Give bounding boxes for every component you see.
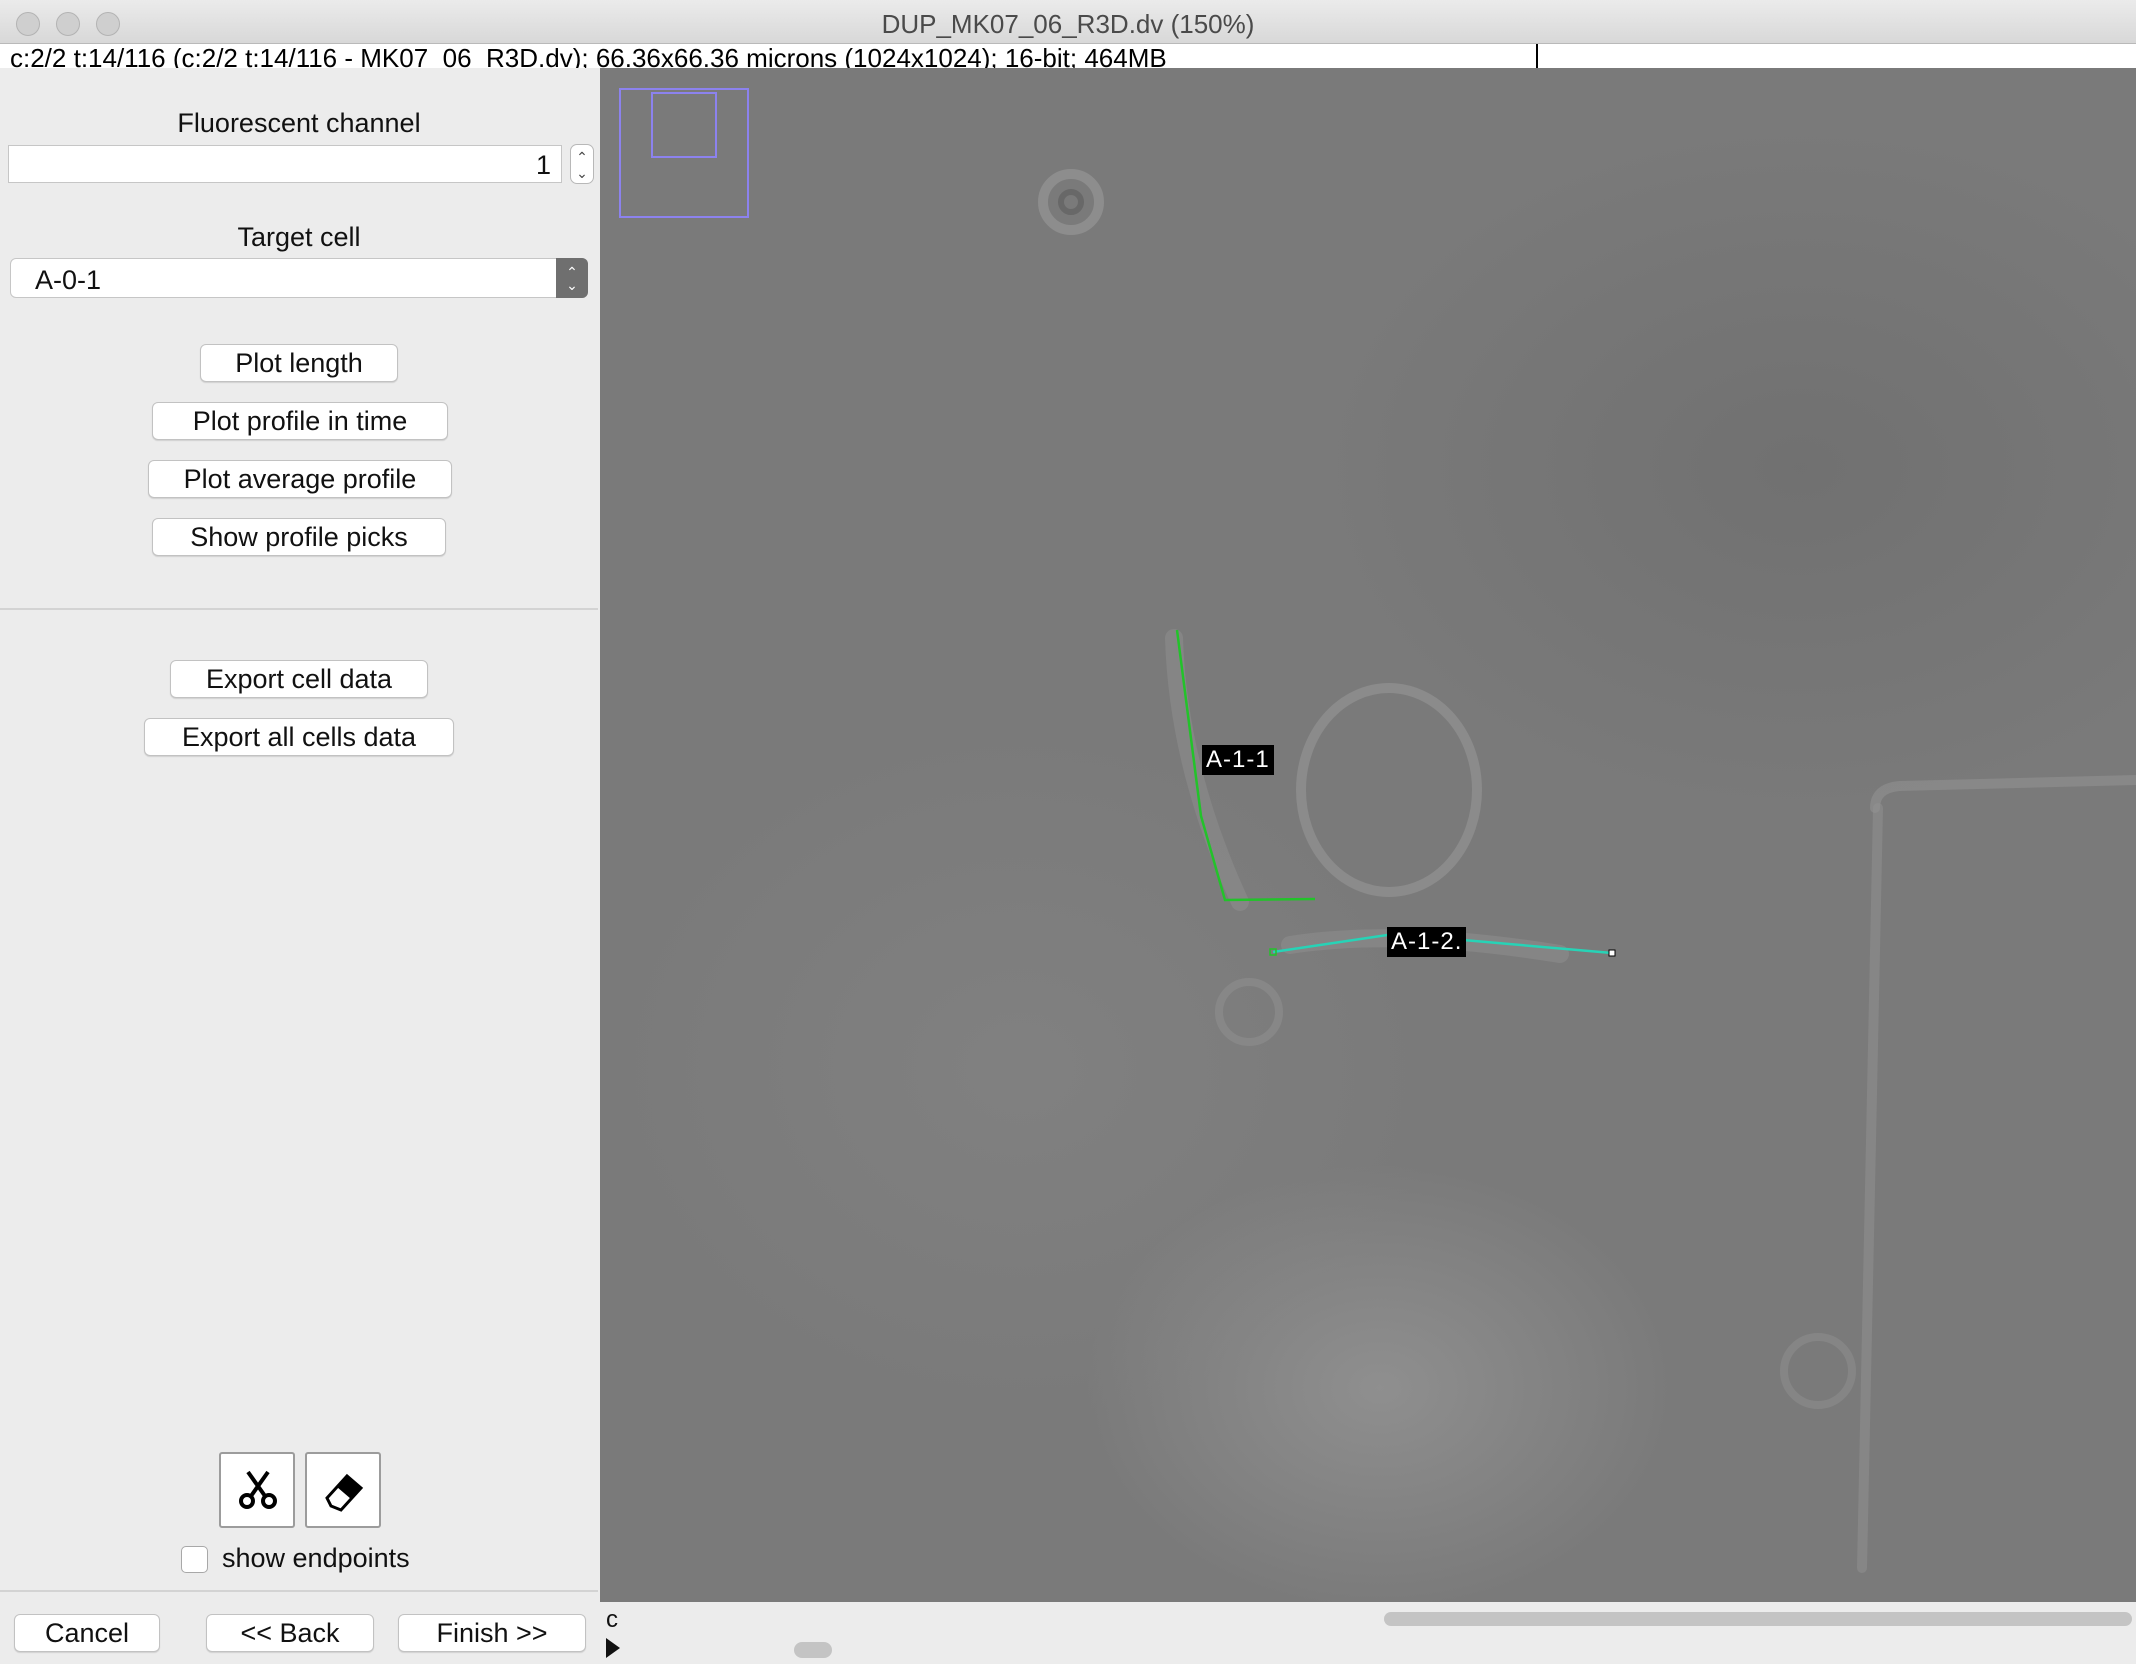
title-bar: DUP_MK07_06_R3D.dv (150%) xyxy=(0,0,2136,44)
navigator-frame[interactable] xyxy=(619,88,749,218)
eraser-tool-button[interactable] xyxy=(305,1452,381,1528)
play-icon[interactable] xyxy=(606,1638,620,1658)
window-title: DUP_MK07_06_R3D.dv (150%) xyxy=(881,9,1255,39)
stack-scroll-area: c xyxy=(600,1602,2136,1664)
cancel-button[interactable]: Cancel xyxy=(14,1614,160,1652)
show-endpoints-checkbox[interactable] xyxy=(181,1546,208,1573)
panel-divider xyxy=(0,608,598,610)
select-arrows-icon[interactable]: ⌃ ⌄ xyxy=(556,258,588,298)
cell-endpoint-end[interactable] xyxy=(1608,949,1616,957)
info-divider xyxy=(1536,44,1538,68)
eraser-icon xyxy=(325,1473,364,1512)
cell-overlay xyxy=(619,88,2136,1573)
export-all-cells-data-button[interactable]: Export all cells data xyxy=(144,718,454,756)
stepper-down-icon[interactable]: ⌄ xyxy=(571,166,593,180)
back-button[interactable]: << Back xyxy=(206,1614,374,1652)
stepper-up-icon[interactable]: ⌃ xyxy=(571,150,593,164)
finish-button[interactable]: Finish >> xyxy=(398,1614,586,1652)
control-panel: Fluorescent channel 1 ⌃ ⌄ Target cell A-… xyxy=(0,68,598,1664)
channel-letter: c xyxy=(606,1606,618,1633)
show-profile-picks-button[interactable]: Show profile picks xyxy=(152,518,446,556)
fluorescent-channel-field[interactable]: 1 xyxy=(8,145,562,183)
target-cell-label: Target cell xyxy=(237,222,361,252)
plot-length-button[interactable]: Plot length xyxy=(200,344,398,382)
footer-divider xyxy=(0,1590,598,1592)
time-scrollbar-thumb[interactable] xyxy=(794,1642,832,1658)
fluorescent-channel-label: Fluorescent channel xyxy=(177,108,421,138)
cell-label-a11[interactable]: A-1-1 xyxy=(1202,745,1274,775)
channel-scrollbar-thumb[interactable] xyxy=(1384,1612,2132,1626)
cell-label-a12[interactable]: A-1-2. xyxy=(1387,927,1467,957)
plot-profile-in-time-button[interactable]: Plot profile in time xyxy=(152,402,448,440)
scissors-tool-button[interactable] xyxy=(219,1452,295,1528)
target-cell-select[interactable]: A-0-1 ⌃ ⌄ xyxy=(10,258,588,298)
scissors-icon xyxy=(239,1470,277,1509)
image-info-text: c:2/2 t:14/116 (c:2/2 t:14/116 - MK07_06… xyxy=(10,44,1167,68)
plot-average-profile-button[interactable]: Plot average profile xyxy=(148,460,452,498)
image-info-bar: c:2/2 t:14/116 (c:2/2 t:14/116 - MK07_06… xyxy=(0,44,2136,68)
target-cell-value: A-0-1 xyxy=(35,265,102,295)
channel-stepper[interactable]: ⌃ ⌄ xyxy=(570,144,594,184)
navigator-viewport[interactable] xyxy=(651,92,717,158)
export-cell-data-button[interactable]: Export cell data xyxy=(170,660,428,698)
image-canvas[interactable]: A-1-1 A-1-2. xyxy=(600,68,2136,1602)
show-endpoints-label[interactable]: show endpoints xyxy=(222,1543,410,1574)
